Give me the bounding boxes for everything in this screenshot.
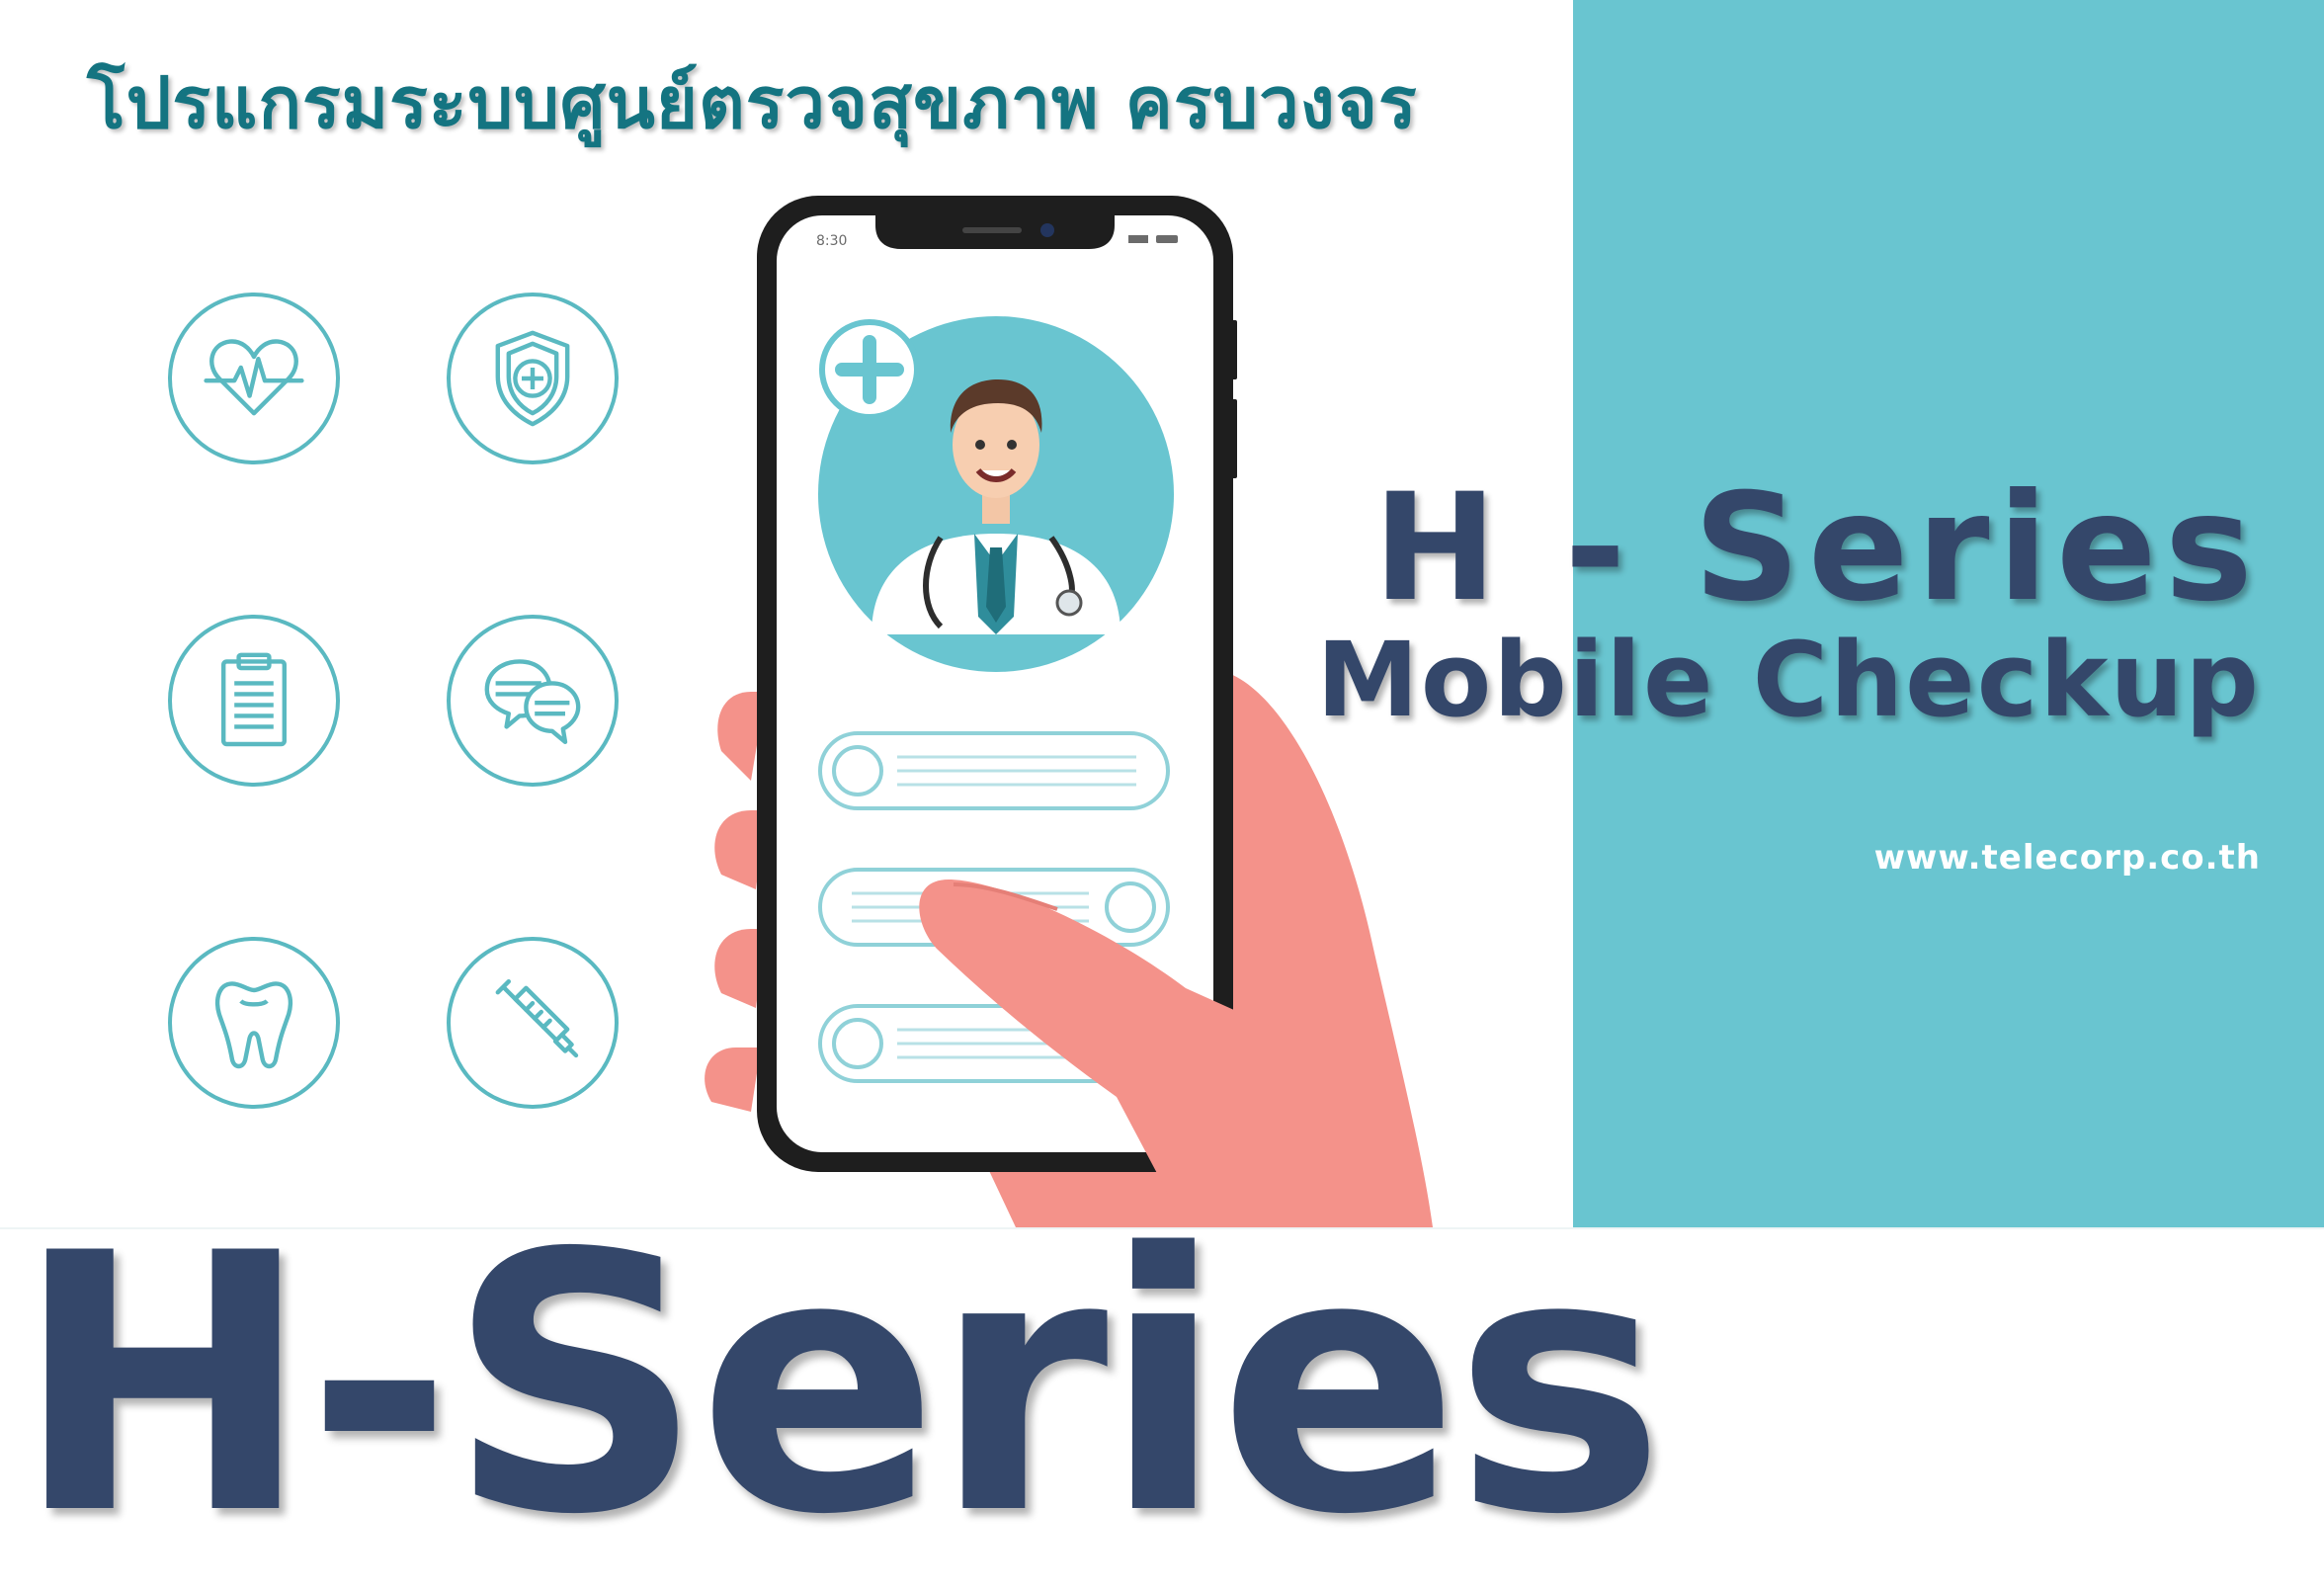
product-series-title: H - Series xyxy=(1372,462,2261,634)
website-link[interactable]: www.telecorp.co.th xyxy=(1874,838,2261,878)
brand-wordmark: H-Series xyxy=(14,1178,1666,1592)
product-subtitle: Mobile Checkup xyxy=(1316,620,2261,740)
